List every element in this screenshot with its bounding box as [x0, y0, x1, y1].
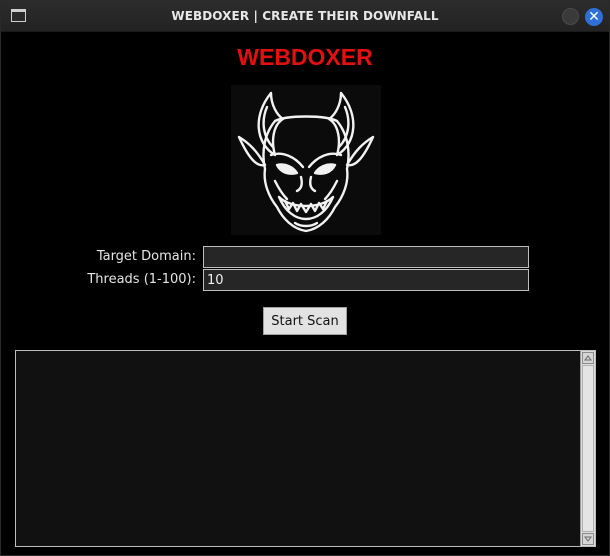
- threads-input[interactable]: [203, 269, 529, 291]
- app-window: WEBDOXER | CREATE THEIR DOWNFALL ✕ WEBDO…: [0, 0, 610, 556]
- target-domain-label: Target Domain:: [96, 249, 196, 264]
- scroll-up-arrow-icon[interactable]: [582, 352, 594, 364]
- devil-head-icon: [231, 85, 381, 235]
- window-title: WEBDOXER | CREATE THEIR DOWNFALL: [171, 9, 439, 23]
- scroll-thumb[interactable]: [582, 365, 594, 532]
- scroll-down-arrow-icon[interactable]: [582, 533, 594, 545]
- target-domain-input[interactable]: [203, 246, 529, 268]
- close-icon: ✕: [588, 9, 600, 25]
- output-scrollbar[interactable]: [580, 351, 595, 546]
- app-title: WEBDOXER: [237, 44, 373, 70]
- minimize-button[interactable]: [562, 8, 579, 25]
- title-bar[interactable]: WEBDOXER | CREATE THEIR DOWNFALL ✕: [1, 1, 609, 32]
- threads-label: Threads (1-100):: [87, 272, 196, 287]
- main-content: WEBDOXER Target Domain: Threads (1-100):…: [6, 32, 604, 551]
- output-textarea[interactable]: [15, 350, 596, 547]
- start-scan-button[interactable]: Start Scan: [263, 307, 347, 335]
- output-log[interactable]: [16, 351, 580, 546]
- close-button[interactable]: ✕: [585, 8, 603, 26]
